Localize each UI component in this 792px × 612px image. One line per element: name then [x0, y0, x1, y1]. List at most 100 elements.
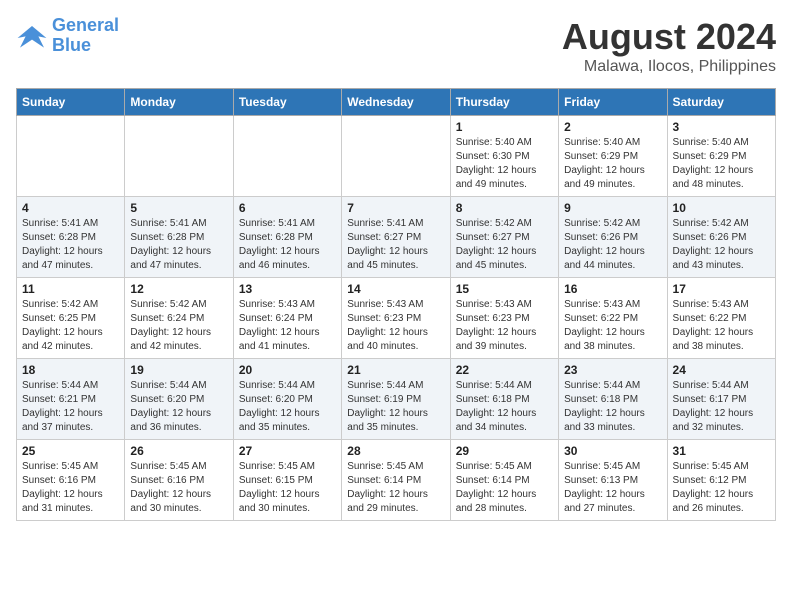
calendar-cell: 31 Sunrise: 5:45 AM Sunset: 6:12 PM Dayli… — [667, 440, 775, 521]
day-number: 30 — [564, 444, 661, 458]
weekday-header-sunday: Sunday — [17, 89, 125, 116]
weekday-header-saturday: Saturday — [667, 89, 775, 116]
day-number: 25 — [22, 444, 119, 458]
calendar-cell: 6Sunrise: 5:41 AM Sunset: 6:28 PM Daylig… — [233, 197, 341, 278]
calendar-cell: 4 Sunrise: 5:41 AM Sunset: 6:28 PM Daylig… — [17, 197, 125, 278]
day-info: Sunrise: 5:40 AM Sunset: 6:30 PM Dayligh… — [456, 136, 553, 192]
day-number: 14 — [347, 282, 444, 296]
day-number: 17 — [673, 282, 770, 296]
calendar-cell: 12 Sunrise: 5:42 AM Sunset: 6:24 PM Dayli… — [125, 278, 233, 359]
calendar-cell — [17, 116, 125, 197]
day-info: Sunrise: 5:41 AM Sunset: 6:27 PM Dayligh… — [347, 217, 444, 273]
day-info: Sunrise: 5:43 AM Sunset: 6:23 PM Dayligh… — [456, 298, 553, 354]
day-number: 13 — [239, 282, 336, 296]
day-number: 22 — [456, 363, 553, 377]
calendar-cell: 15 Sunrise: 5:43 AM Sunset: 6:23 PM Dayli… — [450, 278, 558, 359]
day-info: Sunrise: 5:44 AM Sunset: 6:18 PM Dayligh… — [456, 379, 553, 435]
day-number: 26 — [130, 444, 227, 458]
weekday-header-friday: Friday — [559, 89, 667, 116]
day-info: Sunrise: 5:44 AM Sunset: 6:19 PM Dayligh… — [347, 379, 444, 435]
day-number: 31 — [673, 444, 770, 458]
calendar-cell: 1 Sunrise: 5:40 AM Sunset: 6:30 PM Daylig… — [450, 116, 558, 197]
weekday-header-tuesday: Tuesday — [233, 89, 341, 116]
calendar-cell: 27Sunrise: 5:45 AM Sunset: 6:15 PM Dayli… — [233, 440, 341, 521]
day-info: Sunrise: 5:42 AM Sunset: 6:26 PM Dayligh… — [564, 217, 661, 273]
day-number: 11 — [22, 282, 119, 296]
logo-icon — [16, 22, 48, 50]
calendar-cell: 29Sunrise: 5:45 AM Sunset: 6:14 PM Dayli… — [450, 440, 558, 521]
day-info: Sunrise: 5:42 AM Sunset: 6:24 PM Dayligh… — [130, 298, 227, 354]
calendar-cell: 17Sunrise: 5:43 AM Sunset: 6:22 PM Dayli… — [667, 278, 775, 359]
day-info: Sunrise: 5:41 AM Sunset: 6:28 PM Dayligh… — [130, 217, 227, 273]
calendar-cell: 5 Sunrise: 5:41 AM Sunset: 6:28 PM Daylig… — [125, 197, 233, 278]
day-number: 12 — [130, 282, 227, 296]
day-number: 5 — [130, 201, 227, 215]
main-title: August 2024 — [562, 16, 776, 58]
calendar-table: SundayMondayTuesdayWednesdayThursdayFrid… — [16, 88, 776, 521]
day-info: Sunrise: 5:44 AM Sunset: 6:20 PM Dayligh… — [130, 379, 227, 435]
day-number: 27 — [239, 444, 336, 458]
day-info: Sunrise: 5:42 AM Sunset: 6:27 PM Dayligh… — [456, 217, 553, 273]
calendar-week-row: 1 Sunrise: 5:40 AM Sunset: 6:30 PM Daylig… — [17, 116, 776, 197]
weekday-header-monday: Monday — [125, 89, 233, 116]
day-number: 1 — [456, 120, 553, 134]
calendar-header-row: SundayMondayTuesdayWednesdayThursdayFrid… — [17, 89, 776, 116]
logo: General Blue — [16, 16, 119, 56]
day-number: 10 — [673, 201, 770, 215]
calendar-cell — [342, 116, 450, 197]
calendar-week-row: 25 Sunrise: 5:45 AM Sunset: 6:16 PM Dayli… — [17, 440, 776, 521]
calendar-cell — [125, 116, 233, 197]
day-number: 2 — [564, 120, 661, 134]
calendar-week-row: 18 Sunrise: 5:44 AM Sunset: 6:21 PM Dayli… — [17, 359, 776, 440]
calendar-cell — [233, 116, 341, 197]
logo-text: General Blue — [52, 16, 119, 56]
day-number: 16 — [564, 282, 661, 296]
day-info: Sunrise: 5:40 AM Sunset: 6:29 PM Dayligh… — [673, 136, 770, 192]
calendar-week-row: 4 Sunrise: 5:41 AM Sunset: 6:28 PM Daylig… — [17, 197, 776, 278]
day-info: Sunrise: 5:44 AM Sunset: 6:21 PM Dayligh… — [22, 379, 119, 435]
day-number: 23 — [564, 363, 661, 377]
day-info: Sunrise: 5:45 AM Sunset: 6:16 PM Dayligh… — [22, 460, 119, 516]
calendar-cell: 9 Sunrise: 5:42 AM Sunset: 6:26 PM Daylig… — [559, 197, 667, 278]
calendar-cell: 21 Sunrise: 5:44 AM Sunset: 6:19 PM Dayli… — [342, 359, 450, 440]
day-info: Sunrise: 5:43 AM Sunset: 6:22 PM Dayligh… — [564, 298, 661, 354]
day-number: 3 — [673, 120, 770, 134]
day-number: 28 — [347, 444, 444, 458]
day-number: 20 — [239, 363, 336, 377]
calendar-cell: 19 Sunrise: 5:44 AM Sunset: 6:20 PM Dayli… — [125, 359, 233, 440]
day-info: Sunrise: 5:45 AM Sunset: 6:14 PM Dayligh… — [347, 460, 444, 516]
calendar-cell: 16 Sunrise: 5:43 AM Sunset: 6:22 PM Dayli… — [559, 278, 667, 359]
calendar-cell: 26 Sunrise: 5:45 AM Sunset: 6:16 PM Dayli… — [125, 440, 233, 521]
page-header: General Blue August 2024 Malawa, Ilocos,… — [16, 16, 776, 76]
day-info: Sunrise: 5:42 AM Sunset: 6:25 PM Dayligh… — [22, 298, 119, 354]
day-info: Sunrise: 5:41 AM Sunset: 6:28 PM Dayligh… — [239, 217, 336, 273]
calendar-cell: 7Sunrise: 5:41 AM Sunset: 6:27 PM Daylig… — [342, 197, 450, 278]
day-number: 19 — [130, 363, 227, 377]
day-info: Sunrise: 5:44 AM Sunset: 6:17 PM Dayligh… — [673, 379, 770, 435]
calendar-cell: 10 Sunrise: 5:42 AM Sunset: 6:26 PM Dayli… — [667, 197, 775, 278]
day-info: Sunrise: 5:41 AM Sunset: 6:28 PM Dayligh… — [22, 217, 119, 273]
calendar-cell: 24 Sunrise: 5:44 AM Sunset: 6:17 PM Dayli… — [667, 359, 775, 440]
weekday-header-thursday: Thursday — [450, 89, 558, 116]
day-info: Sunrise: 5:40 AM Sunset: 6:29 PM Dayligh… — [564, 136, 661, 192]
day-number: 9 — [564, 201, 661, 215]
day-number: 18 — [22, 363, 119, 377]
day-number: 15 — [456, 282, 553, 296]
day-number: 24 — [673, 363, 770, 377]
weekday-header-wednesday: Wednesday — [342, 89, 450, 116]
calendar-cell: 23Sunrise: 5:44 AM Sunset: 6:18 PM Dayli… — [559, 359, 667, 440]
day-number: 21 — [347, 363, 444, 377]
title-block: August 2024 Malawa, Ilocos, Philippines — [562, 16, 776, 76]
calendar-cell: 22 Sunrise: 5:44 AM Sunset: 6:18 PM Dayli… — [450, 359, 558, 440]
day-number: 4 — [22, 201, 119, 215]
calendar-cell: 18 Sunrise: 5:44 AM Sunset: 6:21 PM Dayli… — [17, 359, 125, 440]
calendar-cell: 11 Sunrise: 5:42 AM Sunset: 6:25 PM Dayli… — [17, 278, 125, 359]
day-info: Sunrise: 5:45 AM Sunset: 6:16 PM Dayligh… — [130, 460, 227, 516]
calendar-cell: 14Sunrise: 5:43 AM Sunset: 6:23 PM Dayli… — [342, 278, 450, 359]
calendar-cell: 13Sunrise: 5:43 AM Sunset: 6:24 PM Dayli… — [233, 278, 341, 359]
day-number: 29 — [456, 444, 553, 458]
day-info: Sunrise: 5:45 AM Sunset: 6:12 PM Dayligh… — [673, 460, 770, 516]
calendar-week-row: 11 Sunrise: 5:42 AM Sunset: 6:25 PM Dayli… — [17, 278, 776, 359]
calendar-cell: 20Sunrise: 5:44 AM Sunset: 6:20 PM Dayli… — [233, 359, 341, 440]
day-info: Sunrise: 5:42 AM Sunset: 6:26 PM Dayligh… — [673, 217, 770, 273]
